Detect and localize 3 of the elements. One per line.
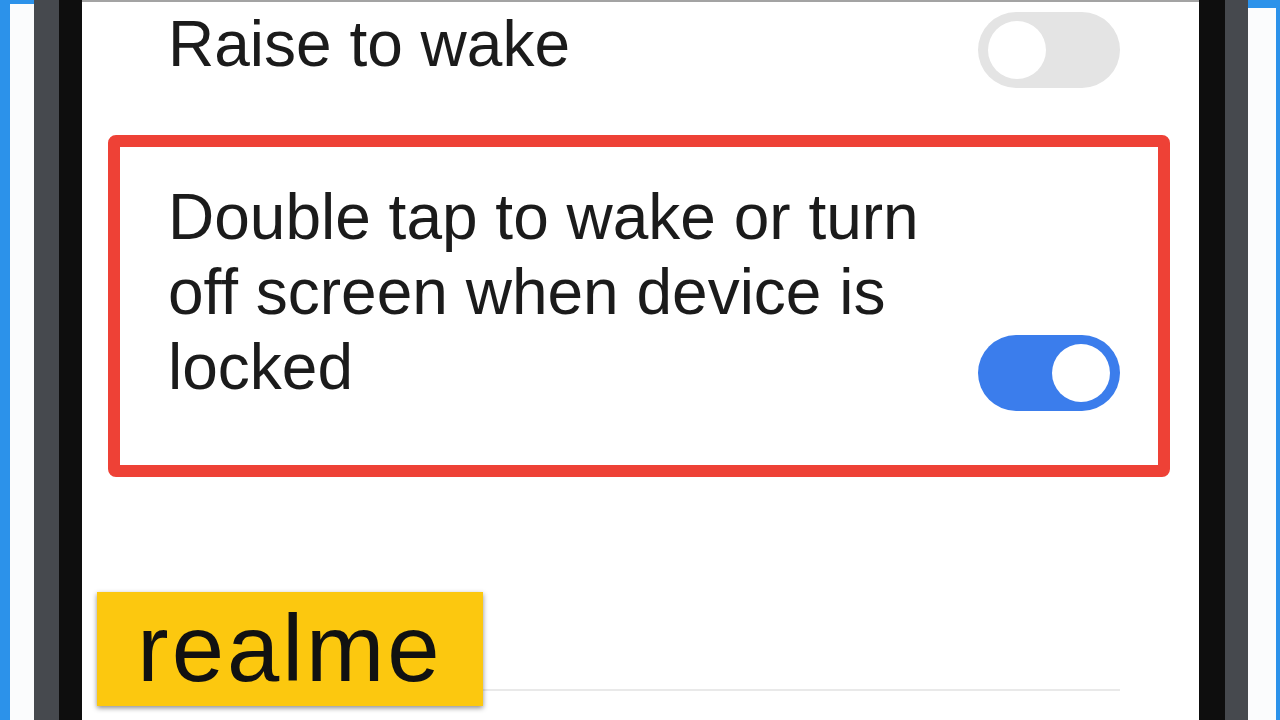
setting-label: Double tap to wake or turn off screen when device is locked	[168, 180, 920, 405]
brand-logo: realme	[97, 592, 483, 706]
setting-label: Raise to wake	[168, 7, 571, 82]
